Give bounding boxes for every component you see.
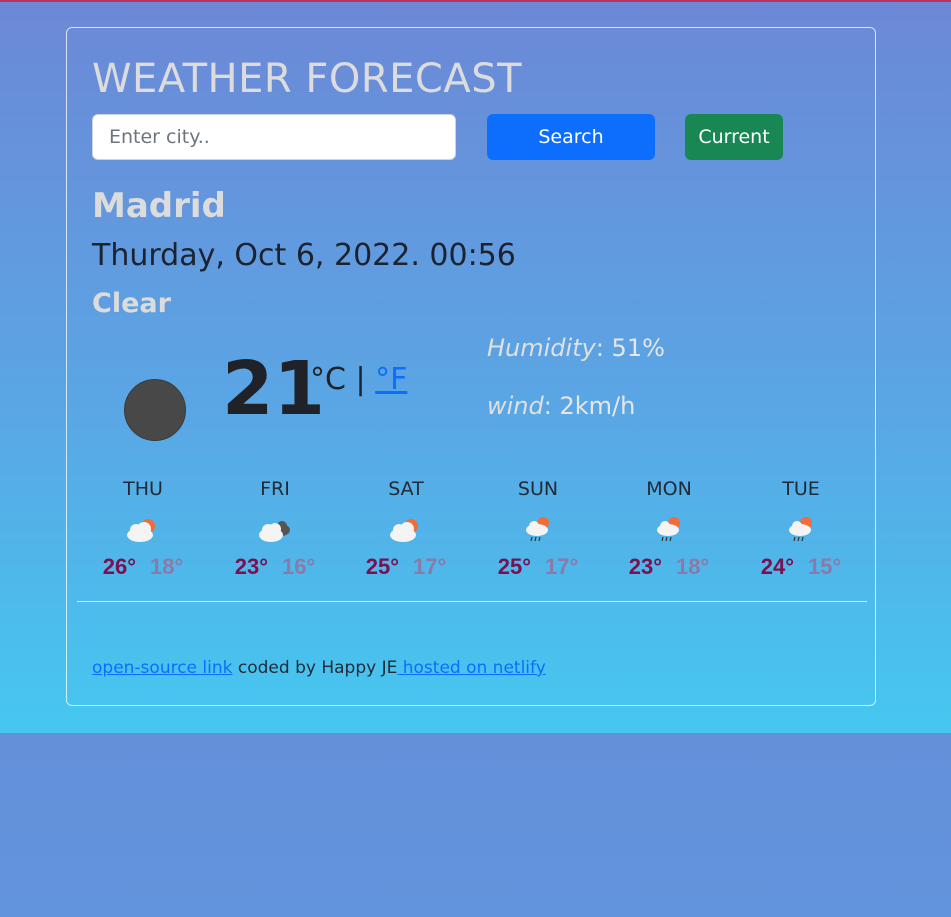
forecast-max-temp: 23° (234, 554, 268, 579)
city-search-input[interactable] (92, 114, 456, 160)
rain-sun-icon (649, 514, 689, 544)
partly-cloudy-day-icon (123, 514, 163, 544)
celsius-unit: °C (310, 362, 346, 397)
forecast-day: TUE 24° 15° (735, 476, 867, 580)
fahrenheit-link[interactable]: °F (375, 362, 407, 397)
wind-value: : 2km/h (543, 392, 636, 420)
humidity: Humidity: 51% (487, 334, 665, 362)
forecast-day-name: MON (646, 478, 692, 500)
footer: open-source link coded by Happy JE hoste… (92, 658, 546, 678)
date-time: Thurday, Oct 6, 2022. 00:56 (92, 238, 516, 273)
city-name: Madrid (92, 186, 226, 226)
forecast-day-name: THU (123, 478, 163, 500)
divider (77, 601, 867, 602)
forecast-row: THU 26° 18° FRI 23° 16° SAT 25° 17° SUN 25°… (77, 476, 867, 586)
unit-switcher: °C | °F (310, 360, 407, 400)
wind-label: wind (487, 392, 544, 420)
weather-description: Clear (92, 288, 171, 319)
app-title: WEATHER FORECAST (92, 56, 523, 102)
forecast-max-temp: 26° (102, 554, 136, 579)
forecast-day: SUN 25° 17° (472, 476, 604, 580)
rain-sun-icon (518, 514, 558, 544)
open-source-link[interactable]: open-source link (92, 658, 232, 678)
forecast-day: SAT 25° 17° (340, 476, 472, 580)
forecast-day-name: FRI (260, 478, 290, 500)
forecast-day-name: SUN (517, 478, 559, 500)
humidity-value: : 51% (595, 334, 665, 362)
forecast-min-temp: 17° (413, 554, 447, 579)
night-clear-icon (124, 379, 186, 441)
forecast-min-temp: 16° (282, 554, 316, 579)
partly-cloudy-day-icon (386, 514, 426, 544)
forecast-day: MON 23° 18° (603, 476, 735, 580)
current-location-button[interactable]: Current (685, 114, 783, 160)
forecast-min-temp: 15° (808, 554, 842, 579)
forecast-day: THU 26° 18° (77, 476, 209, 580)
forecast-min-temp: 18° (676, 554, 710, 579)
humidity-label: Humidity (487, 334, 596, 362)
netlify-link[interactable]: hosted on netlify (397, 658, 546, 678)
forecast-max-temp: 25° (497, 554, 531, 579)
broken-clouds-icon (255, 514, 295, 544)
search-button[interactable]: Search (487, 114, 655, 160)
forecast-min-temp: 18° (150, 554, 184, 579)
wind: wind: 2km/h (487, 392, 635, 420)
forecast-min-temp: 17° (545, 554, 579, 579)
footer-credit: coded by Happy JE (232, 658, 398, 678)
forecast-max-temp: 23° (628, 554, 662, 579)
unit-separator: | (345, 362, 376, 397)
forecast-max-temp: 25° (365, 554, 399, 579)
forecast-day: FRI 23° 16° (209, 476, 341, 580)
forecast-day-name: TUE (782, 478, 820, 500)
rain-sun-icon (781, 514, 821, 544)
forecast-max-temp: 24° (760, 554, 794, 579)
forecast-day-name: SAT (388, 478, 424, 500)
